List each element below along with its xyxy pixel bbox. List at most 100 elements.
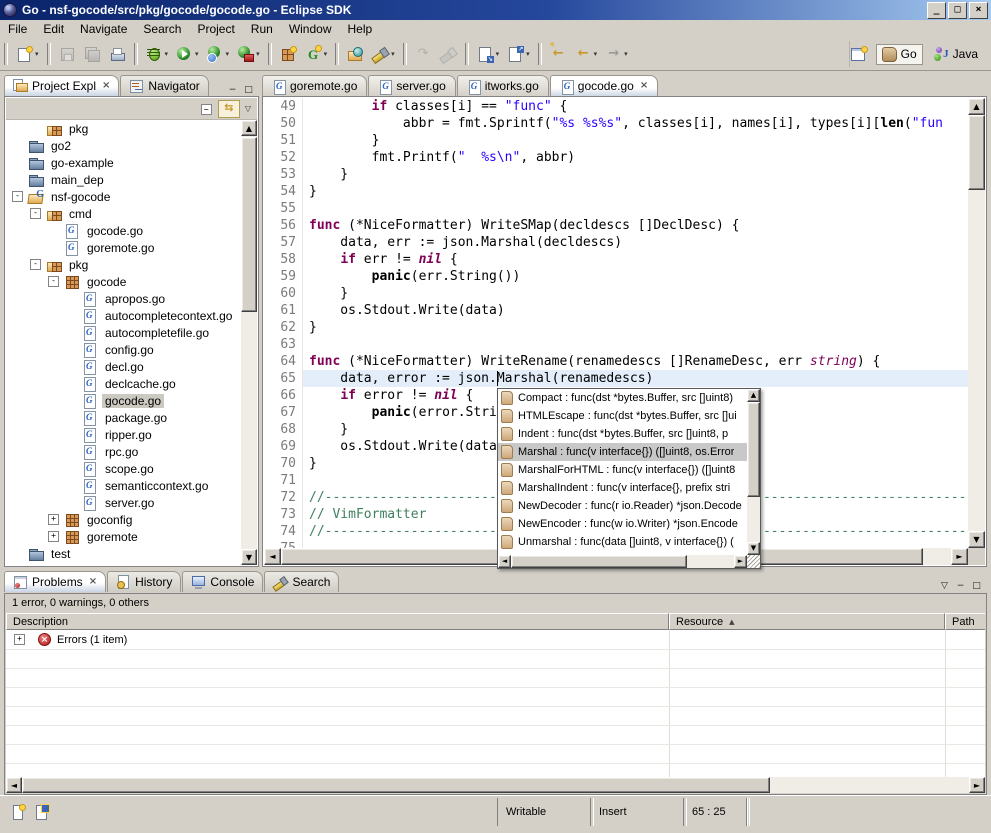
tree-item[interactable]: config.go: [6, 341, 241, 358]
code-text[interactable]: }: [303, 183, 968, 200]
editor-vscrollbar[interactable]: ▲ ▼: [968, 98, 985, 548]
tree-item[interactable]: semanticcontext.go: [6, 477, 241, 494]
collapse-icon[interactable]: -: [30, 259, 41, 270]
dropdown-arrow-icon[interactable]: ▾: [256, 50, 260, 58]
menu-help[interactable]: Help: [340, 20, 381, 38]
explorer-tab-navigator[interactable]: Navigator: [120, 75, 208, 96]
menu-navigate[interactable]: Navigate: [72, 20, 135, 38]
dropdown-arrow-icon[interactable]: ▾: [195, 50, 199, 58]
problems-tab-history[interactable]: History: [107, 571, 181, 592]
code-text[interactable]: }: [303, 132, 968, 149]
popup-vscrollbar[interactable]: ▲ ▼: [747, 389, 760, 555]
completion-item[interactable]: Compact : func(dst *bytes.Buffer, src []…: [498, 389, 747, 407]
open-type-button[interactable]: [344, 43, 367, 66]
completion-item[interactable]: HTMLEscape : func(dst *bytes.Buffer, src…: [498, 407, 747, 425]
scroll-thumb[interactable]: [241, 137, 257, 312]
completion-item[interactable]: Indent : func(dst *bytes.Buffer, src []u…: [498, 425, 747, 443]
dropdown-arrow-icon[interactable]: ▾: [391, 50, 395, 58]
tree-item[interactable]: -cmd: [6, 205, 241, 222]
completion-item[interactable]: Unmarshal : func(data []uint8, v interfa…: [498, 533, 747, 551]
view-menu-icon[interactable]: ▽: [938, 581, 951, 592]
previous-annotation-button[interactable]: ▾: [504, 43, 533, 66]
tree-item[interactable]: pkg: [6, 120, 241, 137]
close-tab-icon[interactable]: ×: [89, 577, 97, 587]
maximize-button[interactable]: □: [948, 2, 967, 19]
view-menu-icon[interactable]: ▽: [243, 104, 253, 114]
collapse-icon[interactable]: -: [12, 191, 23, 202]
dropdown-arrow-icon[interactable]: ▾: [624, 50, 628, 58]
code-text[interactable]: os.Stdout.Write(data): [303, 302, 968, 319]
maximize-view-icon[interactable]: □: [970, 581, 983, 592]
tree-scrollbar[interactable]: ▲ ▼: [241, 120, 257, 565]
collapse-icon[interactable]: -: [48, 276, 59, 287]
menu-file[interactable]: File: [0, 20, 35, 38]
new-go-element-button[interactable]: G▾: [302, 43, 331, 66]
scroll-up-icon[interactable]: ▲: [747, 389, 760, 402]
forward-button[interactable]: →▾: [602, 43, 631, 66]
minimize-button[interactable]: _: [927, 2, 946, 19]
tree-item[interactable]: gocode.go: [6, 392, 241, 409]
popup-hscrollbar[interactable]: ◄ ►: [498, 555, 747, 568]
completion-item[interactable]: MarshalIndent : func(v interface{}, pref…: [498, 479, 747, 497]
scroll-left-icon[interactable]: ◄: [498, 555, 511, 568]
scroll-left-icon[interactable]: ◄: [264, 548, 281, 565]
editor-tab-itworks-go[interactable]: itworks.go: [457, 75, 549, 96]
menu-project[interactable]: Project: [189, 20, 242, 38]
tree-item[interactable]: +goremote: [6, 528, 241, 545]
open-perspective-icon[interactable]: [850, 46, 868, 62]
editor-tab-goremote-go[interactable]: goremote.go: [262, 75, 367, 96]
completion-item[interactable]: NewEncoder : func(w io.Writer) *json.Enc…: [498, 515, 747, 533]
code-text[interactable]: [303, 200, 968, 217]
problems-row[interactable]: +×Errors (1 item): [6, 630, 985, 650]
code-text[interactable]: fmt.Printf(" %s\n", abbr): [303, 149, 968, 166]
run-history-button[interactable]: ▾: [204, 43, 233, 66]
completion-item[interactable]: Marshal : func(v interface{}) ([]uint8, …: [498, 443, 747, 461]
run-button[interactable]: ▾: [173, 43, 202, 66]
last-edit-location-button[interactable]: ←: [547, 43, 570, 66]
tree-item[interactable]: -nsf-gocode: [6, 188, 241, 205]
code-text[interactable]: data, err := json.Marshal(decldescs): [303, 234, 968, 251]
problems-tab-search[interactable]: Search: [264, 571, 339, 592]
column-header-resource[interactable]: Resource▲: [669, 613, 945, 630]
dropdown-arrow-icon[interactable]: ▾: [324, 50, 328, 58]
tree-item[interactable]: goremote.go: [6, 239, 241, 256]
tree-item[interactable]: decl.go: [6, 358, 241, 375]
scroll-down-icon[interactable]: ▼: [241, 549, 257, 565]
column-header-description[interactable]: Description: [6, 613, 669, 630]
menu-edit[interactable]: Edit: [35, 20, 72, 38]
scroll-up-icon[interactable]: ▲: [968, 98, 985, 115]
tree-item[interactable]: ripper.go: [6, 426, 241, 443]
dropdown-arrow-icon[interactable]: ▾: [496, 50, 500, 58]
code-text[interactable]: abbr = fmt.Sprintf("%s %s%s", classes[i]…: [303, 115, 968, 132]
print-button[interactable]: [106, 43, 129, 66]
collapse-all-icon[interactable]: [201, 103, 215, 115]
tree-item[interactable]: declcache.go: [6, 375, 241, 392]
tree-item[interactable]: -gocode: [6, 273, 241, 290]
tree-item[interactable]: main_dep: [6, 171, 241, 188]
new-wizard-button[interactable]: ▾: [13, 43, 42, 66]
editor-tab-gocode-go[interactable]: gocode.go×: [550, 75, 658, 96]
tree-item[interactable]: go2: [6, 137, 241, 154]
back-button[interactable]: ←▾: [572, 43, 601, 66]
popup-resize-grip[interactable]: [747, 555, 760, 568]
code-text[interactable]: func (*NiceFormatter) WriteSMap(decldesc…: [303, 217, 968, 234]
collapse-icon[interactable]: -: [30, 208, 41, 219]
scroll-up-icon[interactable]: ▲: [241, 120, 257, 136]
minimize-view-icon[interactable]: −: [954, 581, 967, 592]
scroll-down-icon[interactable]: ▼: [968, 531, 985, 548]
code-text[interactable]: if err != nil {: [303, 251, 968, 268]
close-tab-icon[interactable]: ×: [640, 81, 648, 91]
tree-item[interactable]: rpc.go: [6, 443, 241, 460]
completion-item[interactable]: NewDecoder : func(r io.Reader) *json.Dec…: [498, 497, 747, 515]
code-text[interactable]: func (*NiceFormatter) WriteRename(rename…: [303, 353, 968, 370]
code-text[interactable]: }: [303, 166, 968, 183]
column-header-path[interactable]: Path: [945, 613, 985, 630]
menu-window[interactable]: Window: [281, 20, 340, 38]
scroll-down-icon[interactable]: ▼: [747, 542, 760, 555]
tree-item[interactable]: autocompletecontext.go: [6, 307, 241, 324]
dropdown-arrow-icon[interactable]: ▾: [35, 50, 39, 58]
link-with-editor-icon[interactable]: ⇆: [218, 100, 240, 118]
tree-item[interactable]: scope.go: [6, 460, 241, 477]
next-annotation-button[interactable]: ▾: [474, 43, 503, 66]
tree-item[interactable]: apropos.go: [6, 290, 241, 307]
